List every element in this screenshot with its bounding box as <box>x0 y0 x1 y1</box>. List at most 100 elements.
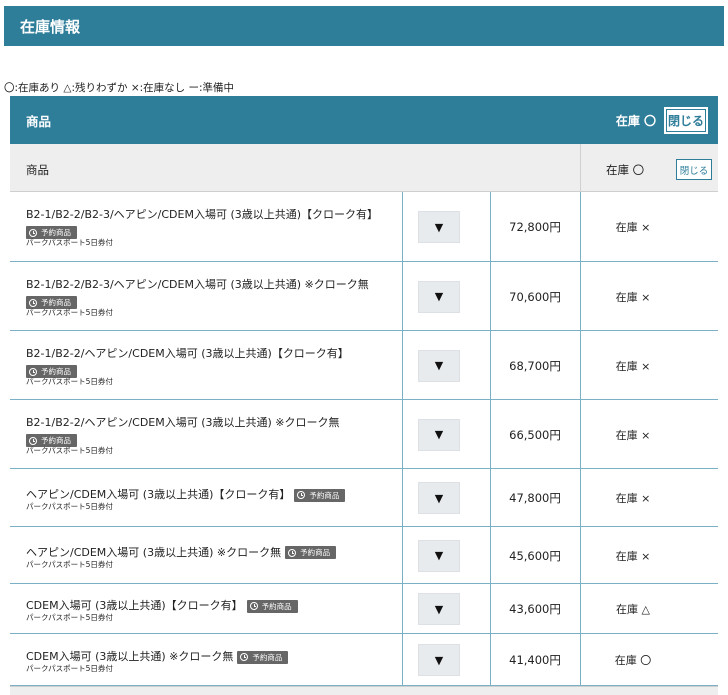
panel-stock-label: 在庫 〇 <box>615 114 656 128</box>
reservation-badge: 予約商品 <box>237 650 289 664</box>
clock-icon <box>29 436 37 445</box>
panel-close-button[interactable]: 閉じる <box>664 107 708 134</box>
clock-icon <box>240 653 249 661</box>
reservation-badge-label: 予約商品 <box>309 490 340 500</box>
product-name-text: CDEM入場可 (3歳以上共通) ※クローク無 <box>26 650 234 663</box>
product-price: 43,600円 <box>509 602 561 616</box>
chevron-down-icon: ▼ <box>434 653 444 667</box>
product-subtext: パークパスポート5日券付 <box>26 238 113 247</box>
reservation-badge: 予約商品 <box>246 599 298 613</box>
quantity-select[interactable]: ▼ <box>418 211 460 243</box>
quantity-select[interactable]: ▼ <box>418 593 460 625</box>
page-title: 在庫情報 <box>20 17 81 36</box>
product-subtext: パークパスポート5日券付 <box>26 613 113 622</box>
reservation-badge: 予約商品 <box>294 488 346 502</box>
quantity-select[interactable]: ▼ <box>418 349 460 382</box>
cell-divider <box>402 527 403 584</box>
product-name-text: B2-1/B2-2/B2-3/ヘアピン/CDEM入場可 (3歳以上共通) ※クロ… <box>26 278 369 291</box>
quantity-select[interactable]: ▼ <box>418 539 460 572</box>
cell-divider <box>402 469 403 527</box>
product-stock: 在庫 × <box>615 549 651 563</box>
chevron-down-icon: ▼ <box>434 290 444 303</box>
product-price: 72,800円 <box>509 220 561 234</box>
chevron-down-icon: ▼ <box>434 491 444 505</box>
product-price: 45,600円 <box>509 548 561 563</box>
product-name-text: ヘアピン/CDEM入場可 (3歳以上共通) ※クローク無 <box>26 545 282 559</box>
cell-divider <box>402 584 403 634</box>
cell-divider <box>580 262 581 331</box>
product-stock: 在庫 △ <box>616 603 650 616</box>
cell-divider <box>580 527 581 584</box>
cell-divider <box>402 262 403 331</box>
cell-divider <box>580 584 581 634</box>
product-name: B2-1/B2-2/B2-3/ヘアピン/CDEM入場可 (3歳以上共通) ※クロ… <box>26 276 369 292</box>
panel-title: 商品 <box>26 113 52 129</box>
reservation-badge-label: 予約商品 <box>300 548 331 557</box>
clock-icon <box>297 491 306 499</box>
chevron-down-icon: ▼ <box>434 220 444 234</box>
product-name-text: B2-1/B2-2/ヘアピン/CDEM入場可 (3歳以上共通)【クローク有】 <box>26 347 349 360</box>
chevron-down-icon: ▼ <box>434 549 444 562</box>
quantity-select[interactable]: ▼ <box>418 418 460 451</box>
product-price: 70,600円 <box>509 289 561 304</box>
reservation-badge-label: 予約商品 <box>261 601 292 611</box>
product-subtext: パークパスポート5日券付 <box>26 377 113 386</box>
product-price: 68,700円 <box>509 358 561 373</box>
chevron-down-icon: ▼ <box>434 359 444 372</box>
page-title-bar: 在庫情報 <box>4 6 724 46</box>
product-stock: 在庫 × <box>615 359 651 373</box>
product-subtext: パークパスポート5日券付 <box>26 502 113 511</box>
product-name: ヘアピン/CDEM入場可 (3歳以上共通)【クローク有】 予約商品 <box>26 486 346 502</box>
cell-divider <box>402 634 403 686</box>
quantity-select[interactable]: ▼ <box>418 482 460 514</box>
table-row: 予約商品 B2-1/B2-2/ヘアピン/CDEM入場可 (3歳以上共通) ※クロー… <box>10 400 718 469</box>
chevron-down-icon: ▼ <box>434 428 444 441</box>
product-subtext: パークパスポート5日券付 <box>26 308 113 317</box>
table-row: 予約商品 B2-1/B2-2/B2-3/ヘアピン/CDEM入場可 (3歳以上共通)… <box>10 192 718 262</box>
table-header-stock: 在庫 〇 <box>606 163 645 177</box>
product-subtext: パークパスポート5日券付 <box>26 559 113 569</box>
clock-icon <box>288 548 297 557</box>
cell-divider <box>580 331 581 400</box>
product-name-text: B2-1/B2-2/ヘアピン/CDEM入場可 (3歳以上共通) ※クローク無 <box>26 416 340 429</box>
product-price: 47,800円 <box>509 491 561 505</box>
table-row: ヘアピン/CDEM入場可 (3歳以上共通)【クローク有】 予約商品パークパスポート… <box>10 469 718 527</box>
stock-legend: 〇:在庫あり △:残りわずか ×:在庫なし ー:準備中 <box>4 82 235 94</box>
cell-divider <box>402 400 403 469</box>
product-name: B2-1/B2-2/ヘアピン/CDEM入場可 (3歳以上共通) ※クローク無 <box>26 414 340 430</box>
table-row: CDEM入場可 (3歳以上共通)【クローク有】 予約商品パークパスポート5日券付 ▼… <box>10 584 718 634</box>
table-row: CDEM入場可 (3歳以上共通) ※クローク無 予約商品パークパスポート5日券付 ▼… <box>10 634 718 686</box>
table-header: 商品 在庫 〇 閉じる <box>10 144 718 192</box>
product-subtext: パークパスポート5日券付 <box>26 446 113 455</box>
cell-divider <box>580 634 581 686</box>
header-divider <box>580 144 581 192</box>
product-stock: 在庫 × <box>615 290 651 304</box>
clock-icon <box>29 228 37 237</box>
product-name-text: ヘアピン/CDEM入場可 (3歳以上共通)【クローク有】 <box>26 488 291 501</box>
quantity-select[interactable]: ▼ <box>418 280 460 313</box>
product-stock: 在庫 × <box>615 428 651 442</box>
product-stock: 在庫 × <box>615 221 651 234</box>
cell-divider <box>402 331 403 400</box>
product-stock: 在庫 × <box>615 492 651 505</box>
table-row: ヘアピン/CDEM入場可 (3歳以上共通) ※クローク無 予約商品パークパスポート… <box>10 527 718 584</box>
table-close-button[interactable]: 閉じる <box>676 159 712 180</box>
cell-divider <box>402 192 403 262</box>
product-name-text: CDEM入場可 (3歳以上共通)【クローク有】 <box>26 599 243 612</box>
product-name: ヘアピン/CDEM入場可 (3歳以上共通) ※クローク無 予約商品 <box>26 544 337 560</box>
table-footer <box>10 686 718 695</box>
quantity-select[interactable]: ▼ <box>418 644 460 676</box>
product-name: B2-1/B2-2/B2-3/ヘアピン/CDEM入場可 (3歳以上共通)【クロー… <box>26 206 378 222</box>
panel-close-label: 閉じる <box>666 109 706 132</box>
product-price: 41,400円 <box>509 653 561 667</box>
reservation-badge: 予約商品 <box>285 546 337 559</box>
product-subtext: パークパスポート5日券付 <box>26 664 113 673</box>
cell-divider <box>580 192 581 262</box>
panel-header[interactable]: 商品 在庫 〇 閉じる <box>10 96 718 144</box>
clock-icon <box>29 367 37 376</box>
table-row: 予約商品 B2-1/B2-2/B2-3/ヘアピン/CDEM入場可 (3歳以上共通)… <box>10 262 718 331</box>
clock-icon <box>249 602 258 610</box>
reservation-badge-label: 予約商品 <box>252 652 283 662</box>
product-price: 66,500円 <box>509 427 561 442</box>
product-stock: 在庫 〇 <box>614 654 652 667</box>
